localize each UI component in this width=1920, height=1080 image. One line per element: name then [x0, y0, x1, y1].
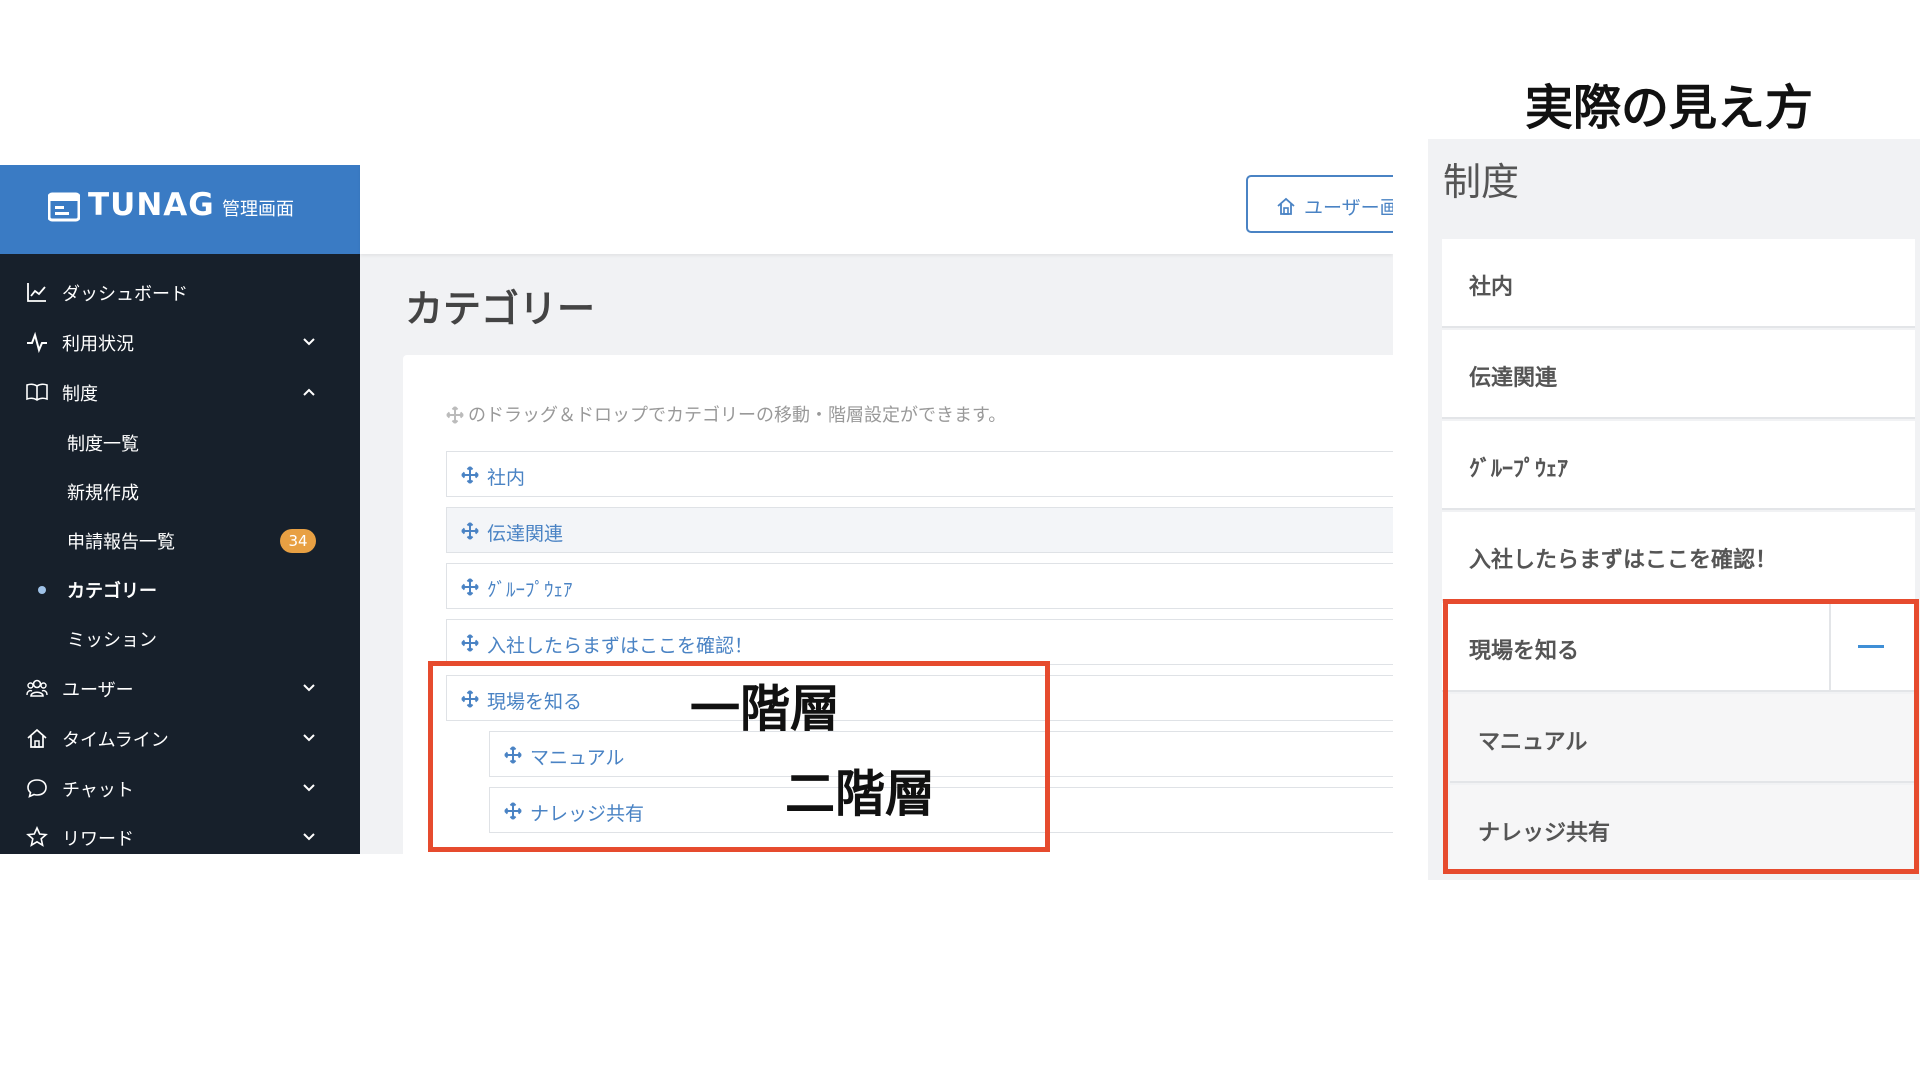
chevron-down-icon	[303, 338, 315, 346]
sidebar-item-label: 制度	[62, 384, 98, 405]
count-badge: 34	[280, 529, 316, 553]
home-icon	[27, 728, 47, 748]
chevron-down-icon	[303, 734, 315, 742]
logo-icon	[48, 192, 80, 222]
sidebar-item-timeline[interactable]: タイムライン	[0, 716, 360, 760]
move-icon[interactable]	[461, 522, 479, 540]
brand-name: TUNAG	[88, 187, 215, 223]
chevron-up-icon	[303, 388, 315, 396]
sidebar: TUNAG 管理画面 ダッシュボード 利用状況 制度 制度一覧 新規作成 申請報…	[0, 165, 360, 854]
chart-line-icon	[27, 283, 46, 302]
category-row[interactable]: ｸﾞﾙｰﾌﾟｳｪｱ	[446, 563, 1393, 609]
sidebar-item-label: チャット	[62, 780, 134, 801]
users-icon	[26, 679, 48, 697]
star-icon	[26, 826, 48, 847]
sidebar-item-users[interactable]: ユーザー	[0, 666, 360, 710]
sidebar-item-label: 利用状況	[62, 334, 134, 355]
chevron-down-icon	[303, 833, 315, 841]
annotation-box-right	[1443, 599, 1919, 874]
sidebar-subitem-mission[interactable]: ミッション	[0, 616, 360, 660]
active-dot-icon	[38, 586, 46, 594]
move-icon	[446, 406, 464, 424]
category-row[interactable]: 社内	[446, 451, 1393, 497]
user-screen-button-label: ユーザー画面	[1304, 197, 1393, 219]
sidebar-subitem-label: 新規作成	[67, 483, 139, 504]
section-title: 制度	[1443, 160, 1520, 204]
sidebar-subitem-label: 申請報告一覧	[67, 532, 175, 553]
category-label[interactable]: ｸﾞﾙｰﾌﾟｳｪｱ	[487, 575, 573, 602]
category-label[interactable]: 伝達関連	[487, 519, 563, 546]
chevron-down-icon	[303, 784, 315, 792]
chat-bubble-icon	[27, 779, 47, 798]
move-icon[interactable]	[461, 466, 479, 484]
brand-bar: TUNAG 管理画面	[0, 165, 360, 254]
drag-hint: のドラッグ＆ドロップでカテゴリーの移動・階層設定ができます。	[446, 401, 1006, 427]
sidebar-subitem-category[interactable]: カテゴリー	[0, 567, 360, 611]
sidebar-item-reward[interactable]: リワード	[0, 815, 360, 854]
sidebar-item-chat[interactable]: チャット	[0, 766, 360, 810]
view-list-item[interactable]: 伝達関連	[1442, 330, 1915, 419]
book-icon	[26, 383, 48, 401]
sidebar-item-dashboard[interactable]: ダッシュボード	[0, 270, 360, 314]
view-list-item[interactable]: 社内	[1442, 239, 1915, 328]
move-icon[interactable]	[461, 578, 479, 596]
category-label[interactable]: 入社したらまずはここを確認！	[487, 631, 753, 658]
annotation-level2: 二階層	[785, 765, 935, 823]
view-item-label: ｸﾞﾙｰﾌﾟｳｪｱ	[1469, 457, 1569, 482]
sidebar-item-label: ユーザー	[62, 680, 134, 701]
sidebar-subitem-new[interactable]: 新規作成	[0, 469, 360, 513]
drag-hint-text: のドラッグ＆ドロップでカテゴリーの移動・階層設定ができます。	[468, 405, 1007, 426]
category-label[interactable]: 社内	[487, 463, 525, 490]
view-item-label: 伝達関連	[1469, 366, 1558, 391]
sidebar-item-label: ダッシュボード	[62, 284, 188, 305]
category-row[interactable]: 入社したらまずはここを確認！	[446, 619, 1393, 665]
page-title: カテゴリー	[405, 287, 596, 331]
view-list-item[interactable]: 入社したらまずはここを確認！	[1442, 512, 1915, 601]
view-list-item[interactable]: ｸﾞﾙｰﾌﾟｳｪｱ	[1442, 421, 1915, 510]
actual-view-heading: 実際の見え方	[1525, 80, 1814, 136]
brand-subtitle: 管理画面	[222, 199, 294, 220]
top-bar: ユーザー画面	[360, 165, 1393, 254]
annotation-level1: 一階層	[690, 680, 840, 738]
view-item-label: 社内	[1469, 275, 1514, 300]
category-row[interactable]: 伝達関連	[446, 507, 1393, 553]
sidebar-subitem-label: ミッション	[67, 630, 157, 651]
chevron-down-icon	[303, 684, 315, 692]
home-icon	[1277, 197, 1295, 215]
sidebar-item-label: リワード	[62, 829, 134, 850]
sidebar-item-usage[interactable]: 利用状況	[0, 320, 360, 364]
sidebar-item-label: タイムライン	[62, 730, 169, 751]
sidebar-item-system[interactable]: 制度	[0, 370, 360, 414]
sidebar-subitem-label: 制度一覧	[67, 434, 139, 455]
sidebar-subitem-applications[interactable]: 申請報告一覧 34	[0, 518, 360, 562]
sidebar-subitem-system-list[interactable]: 制度一覧	[0, 420, 360, 464]
pulse-icon	[27, 331, 47, 353]
move-icon[interactable]	[461, 634, 479, 652]
user-screen-button[interactable]: ユーザー画面	[1246, 175, 1393, 233]
sidebar-subitem-label: カテゴリー	[67, 581, 157, 602]
view-item-label: 入社したらまずはここを確認！	[1469, 548, 1778, 573]
